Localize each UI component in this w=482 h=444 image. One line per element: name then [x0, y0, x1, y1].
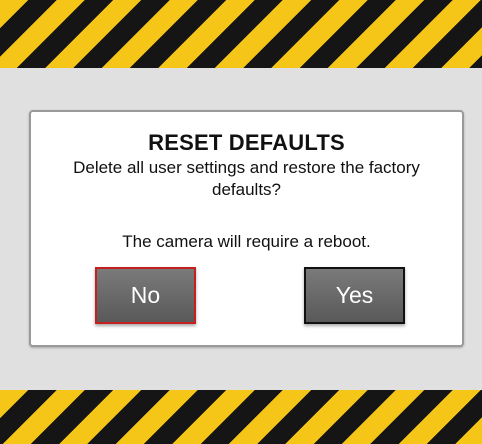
hazard-stripe-banner-top: [0, 0, 482, 68]
dialog-message: Delete all user settings and restore the…: [73, 158, 420, 199]
yes-button[interactable]: Yes: [304, 267, 405, 324]
dialog-title: RESET DEFAULTS: [148, 130, 345, 155]
hazard-stripe-banner-bottom: [0, 390, 482, 444]
reboot-note: The camera will require a reboot.: [122, 232, 371, 251]
reset-defaults-dialog: RESET DEFAULTS Delete all user settings …: [29, 110, 464, 347]
no-button[interactable]: No: [95, 267, 196, 324]
